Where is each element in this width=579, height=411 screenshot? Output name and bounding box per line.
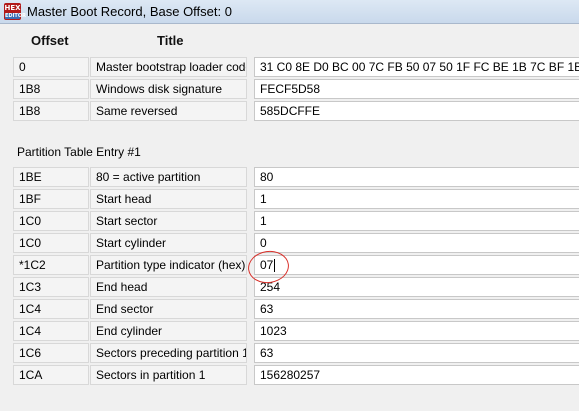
table-row-bootstrap: 0 Master bootstrap loader code 31 C0 8E … (13, 57, 579, 77)
title-cell: Sectors in partition 1 (90, 365, 247, 385)
value-field[interactable]: 63 (254, 299, 579, 319)
offset-cell: 1C6 (13, 343, 89, 363)
app-icon-subtext: EDITOR (5, 13, 26, 19)
value-field[interactable]: 63 (254, 343, 579, 363)
offset-cell: 1C4 (13, 321, 89, 341)
offset-cell: 1C4 (13, 299, 89, 319)
table-row-start-cylinder: 1C0 Start cylinder 0 (13, 233, 579, 253)
value-field[interactable]: 1 (254, 211, 579, 231)
value-text: 07 (260, 258, 274, 272)
table-row-start-head: 1BF Start head 1 (13, 189, 579, 209)
title-cell: Partition type indicator (hex) (90, 255, 247, 275)
value-field[interactable]: 80 (254, 167, 579, 187)
title-cell: End cylinder (90, 321, 247, 341)
title-cell: Start sector (90, 211, 247, 231)
offset-cell: 1CA (13, 365, 89, 385)
column-header-title: Title (157, 33, 184, 48)
value-field[interactable]: 1 (254, 189, 579, 209)
offset-cell: 1C3 (13, 277, 89, 297)
offset-cell: 1C0 (13, 211, 89, 231)
title-cell: Start cylinder (90, 233, 247, 253)
value-field[interactable]: 31 C0 8E D0 BC 00 7C FB 50 07 50 1F FC B… (254, 57, 579, 77)
value-field[interactable]: FECF5D58 (254, 79, 579, 99)
partition-section-label: Partition Table Entry #1 (17, 145, 141, 159)
value-field[interactable]: 585DCFFE (254, 101, 579, 121)
table-row-same-reversed: 1B8 Same reversed 585DCFFE (13, 101, 579, 121)
title-cell: End head (90, 277, 247, 297)
hex-editor-app-icon: HEX EDITOR (4, 3, 26, 20)
title-cell: Windows disk signature (90, 79, 247, 99)
title-cell: End sector (90, 299, 247, 319)
value-field[interactable]: 1023 (254, 321, 579, 341)
value-field[interactable]: 156280257 (254, 365, 579, 385)
table-row-sectors-preceding: 1C6 Sectors preceding partition 1 63 (13, 343, 579, 363)
column-headers: Offset Title (0, 24, 579, 56)
window-title: Master Boot Record, Base Offset: 0 (27, 4, 232, 19)
offset-cell: *1C2 (13, 255, 89, 275)
table-row-partition-type: *1C2 Partition type indicator (hex) 07 (13, 255, 579, 275)
app-icon-text: HEX (4, 4, 21, 12)
value-field[interactable]: 254 (254, 277, 579, 297)
table-row-disk-signature: 1B8 Windows disk signature FECF5D58 (13, 79, 579, 99)
title-cell: Sectors preceding partition 1 (90, 343, 247, 363)
table-row-end-head: 1C3 End head 254 (13, 277, 579, 297)
table-row-start-sector: 1C0 Start sector 1 (13, 211, 579, 231)
value-field[interactable]: 0 (254, 233, 579, 253)
title-cell: Start head (90, 189, 247, 209)
value-field-active-edit[interactable]: 07 (254, 255, 579, 275)
offset-cell: 1B8 (13, 79, 89, 99)
title-cell: 80 = active partition (90, 167, 247, 187)
text-caret (274, 259, 276, 273)
title-bar: HEX EDITOR Master Boot Record, Base Offs… (0, 0, 579, 24)
offset-cell: 1BF (13, 189, 89, 209)
offset-cell: 1BE (13, 167, 89, 187)
table-row-sectors-in-partition: 1CA Sectors in partition 1 156280257 (13, 365, 579, 385)
offset-cell: 1B8 (13, 101, 89, 121)
table-row-active: 1BE 80 = active partition 80 (13, 167, 579, 187)
column-header-offset: Offset (31, 33, 69, 48)
offset-cell: 0 (13, 57, 89, 77)
title-cell: Same reversed (90, 101, 247, 121)
title-cell: Master bootstrap loader code (90, 57, 247, 77)
offset-cell: 1C0 (13, 233, 89, 253)
table-row-end-sector: 1C4 End sector 63 (13, 299, 579, 319)
table-row-end-cylinder: 1C4 End cylinder 1023 (13, 321, 579, 341)
